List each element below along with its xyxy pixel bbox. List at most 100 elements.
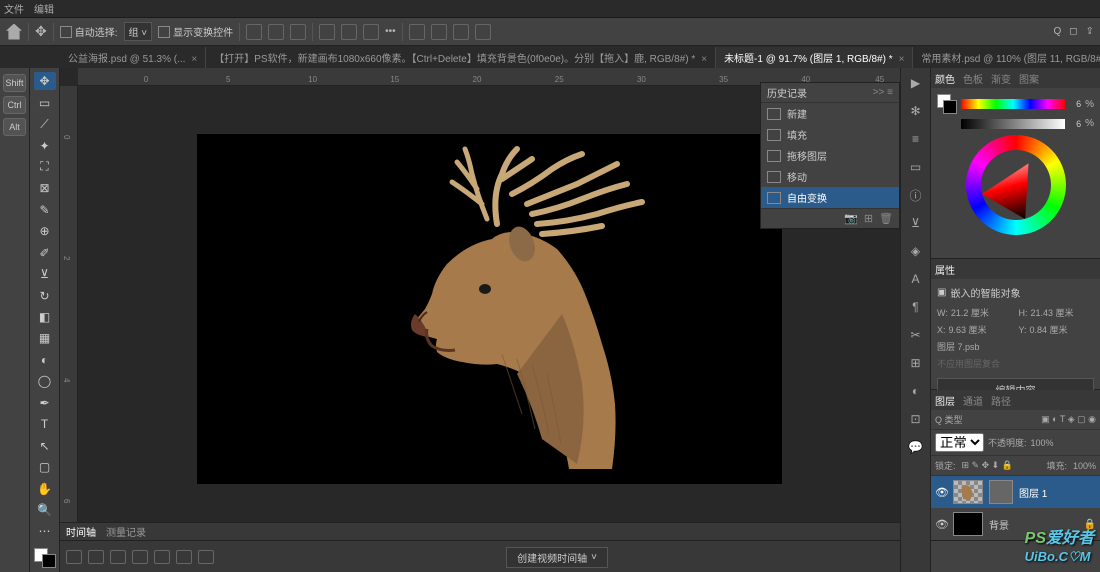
transition-icon[interactable]: [198, 550, 214, 564]
first-frame-icon[interactable]: [66, 550, 82, 564]
channels-tab[interactable]: 通道: [963, 393, 983, 408]
filter-icons[interactable]: ▣ ◐ T ◈ ▢ ◉: [1041, 414, 1096, 425]
history-item[interactable]: 新建: [761, 103, 899, 124]
canvas[interactable]: [197, 134, 782, 484]
more-icon[interactable]: •••: [385, 26, 396, 37]
color-swatches[interactable]: [34, 548, 56, 568]
saturation-slider[interactable]: [961, 119, 1065, 129]
align-icon[interactable]: [319, 24, 335, 40]
gradients-tab[interactable]: 渐变: [991, 71, 1011, 86]
shape-tool[interactable]: ▢: [34, 458, 56, 476]
eraser-tool[interactable]: ◧: [34, 308, 56, 326]
brush-settings-icon[interactable]: ✻: [907, 102, 925, 120]
align-icon[interactable]: [363, 24, 379, 40]
trash-icon[interactable]: 🗑: [879, 212, 893, 225]
doc-tab-active[interactable]: 未标题-1 @ 91.7% (图层 1, RGB/8#) *×: [716, 47, 913, 68]
audio-icon[interactable]: [154, 550, 170, 564]
menu-file[interactable]: 文件: [4, 1, 24, 16]
auto-select-dropdown[interactable]: 组 ˅: [124, 22, 153, 41]
filter-type[interactable]: Q 类型: [935, 413, 963, 426]
move-tool[interactable]: ✥: [34, 72, 56, 90]
magic-wand-tool[interactable]: ✦: [34, 136, 56, 154]
hand-tool[interactable]: ✋: [34, 479, 56, 497]
brushes-icon[interactable]: ≡: [907, 130, 925, 148]
layer-item-selected[interactable]: 👁 图层 1: [931, 476, 1100, 508]
marquee-tool[interactable]: ▭: [34, 93, 56, 111]
dodge-tool[interactable]: ◯: [34, 372, 56, 390]
workspace-icon[interactable]: ◻: [1069, 26, 1077, 37]
menu-edit[interactable]: 编辑: [34, 1, 54, 16]
eyedropper-tool[interactable]: ✎: [34, 201, 56, 219]
color-wheel[interactable]: [966, 135, 1066, 235]
pen-tool[interactable]: ✒: [34, 394, 56, 412]
doc-tab[interactable]: 【打开】PS软件，新建画布1080x660像素。【Ctrl+Delete】填充背…: [206, 47, 716, 68]
type-tool[interactable]: T: [34, 415, 56, 433]
layer-mask[interactable]: [989, 480, 1013, 504]
properties-tab[interactable]: 属性: [935, 262, 955, 277]
lock-icons[interactable]: ⊞ ✎ ✥ ⬇ 🔒: [962, 460, 1013, 471]
doc-tab[interactable]: 公益海报.psd @ 51.3% (...×: [60, 47, 206, 68]
scissors-icon[interactable]: ✂: [907, 326, 925, 344]
paths-tab[interactable]: 路径: [991, 393, 1011, 408]
stamp-tool[interactable]: ⊻: [34, 265, 56, 283]
measure-tab[interactable]: 测量记录: [106, 524, 146, 539]
doc-tab[interactable]: 常用素材.psd @ 110% (图层 11, RGB/8#)×: [913, 47, 1100, 68]
align-icon[interactable]: [268, 24, 284, 40]
adjustments-icon[interactable]: ◐: [907, 382, 925, 400]
prev-frame-icon[interactable]: [88, 550, 104, 564]
para-icon[interactable]: ¶: [907, 298, 925, 316]
lasso-tool[interactable]: ⟋: [34, 115, 56, 133]
opacity-value[interactable]: 100%: [1031, 438, 1054, 448]
distribute-icon[interactable]: [409, 24, 425, 40]
align-icon[interactable]: [290, 24, 306, 40]
navigator-icon[interactable]: ◈: [907, 242, 925, 260]
history-item[interactable]: 拖移图层: [761, 145, 899, 166]
play-icon[interactable]: [110, 550, 126, 564]
path-tool[interactable]: ↖: [34, 436, 56, 454]
info-icon[interactable]: ⓘ: [907, 186, 925, 204]
edit-toolbar[interactable]: ⋯: [34, 522, 56, 540]
show-transform-checkbox[interactable]: 显示变换控件: [158, 24, 233, 39]
width-field[interactable]: W: 21.2 厘米: [937, 306, 1013, 319]
search-icon[interactable]: Q: [1054, 26, 1062, 37]
history-item[interactable]: 移动: [761, 166, 899, 187]
color-tab[interactable]: 颜色: [935, 71, 955, 86]
history-icon[interactable]: ▭: [907, 158, 925, 176]
play-icon[interactable]: ▶: [907, 74, 925, 92]
new-icon[interactable]: ⊞: [864, 212, 873, 225]
close-icon[interactable]: ×: [899, 54, 905, 65]
visibility-icon[interactable]: 👁: [935, 486, 947, 499]
swatches-tab[interactable]: 色板: [963, 71, 983, 86]
history-item[interactable]: 填充: [761, 124, 899, 145]
close-icon[interactable]: ×: [191, 54, 197, 65]
fg-bg-swatch[interactable]: [937, 94, 957, 114]
blend-mode-dropdown[interactable]: 正常: [935, 433, 984, 452]
hue-slider[interactable]: [961, 99, 1065, 109]
home-icon[interactable]: [6, 24, 22, 40]
healing-tool[interactable]: ⊕: [34, 222, 56, 240]
auto-select-checkbox[interactable]: 自动选择:: [60, 24, 118, 39]
create-timeline-button[interactable]: 创建视频时间轴˅: [506, 547, 608, 568]
crop-tool[interactable]: ⛶: [34, 158, 56, 176]
layer-name[interactable]: 图层 1: [1019, 485, 1047, 500]
visibility-icon[interactable]: 👁: [935, 518, 947, 531]
blur-tool[interactable]: ◐: [34, 351, 56, 369]
swatches-icon[interactable]: ⊞: [907, 354, 925, 372]
shift-key[interactable]: Shift: [3, 74, 26, 92]
align-icon[interactable]: [341, 24, 357, 40]
distribute-icon[interactable]: [475, 24, 491, 40]
panel-menu-icon[interactable]: >> ≡: [873, 87, 893, 98]
ctrl-key[interactable]: Ctrl: [3, 96, 26, 114]
height-field[interactable]: H: 21.43 厘米: [1019, 306, 1095, 319]
gradient-tool[interactable]: ▦: [34, 329, 56, 347]
distribute-icon[interactable]: [453, 24, 469, 40]
layers-tab[interactable]: 图层: [935, 393, 955, 408]
move-tool-icon[interactable]: ✥: [35, 23, 47, 40]
char-icon[interactable]: A: [907, 270, 925, 288]
camera-icon[interactable]: 📷: [844, 212, 858, 225]
close-icon[interactable]: ×: [701, 54, 707, 65]
libraries-icon[interactable]: ⊡: [907, 410, 925, 428]
layer-name[interactable]: 背景: [989, 517, 1009, 532]
brush-tool[interactable]: ✐: [34, 244, 56, 262]
distribute-icon[interactable]: [431, 24, 447, 40]
